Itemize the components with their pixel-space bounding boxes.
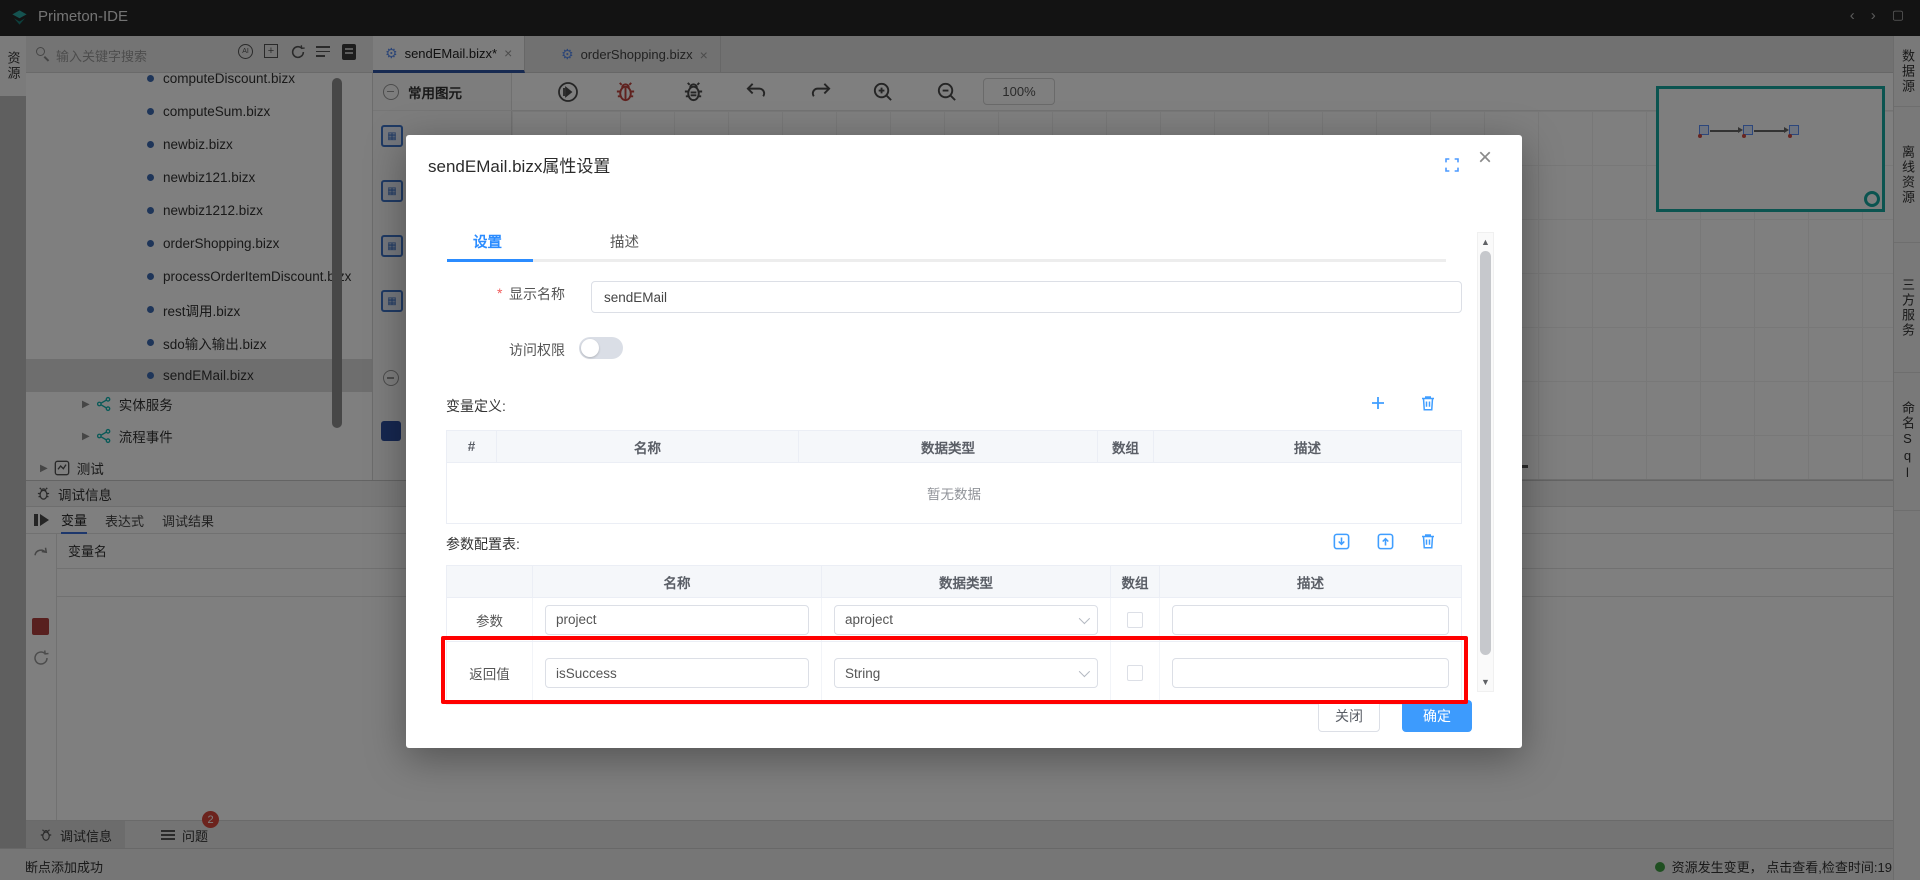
import-params-icon[interactable] [1332,532,1350,550]
dialog-scrollbar[interactable]: ▲ ▼ [1477,232,1494,692]
return-row: 返回值 isSuccess String [447,642,1461,704]
variables-table: # 名称 数据类型 数组 描述 暂无数据 [446,430,1462,524]
export-params-icon[interactable] [1376,532,1394,550]
delete-variable-icon[interactable] [1419,394,1437,412]
delete-params-icon[interactable] [1419,532,1437,550]
close-button[interactable]: 关闭 [1318,700,1380,732]
variables-section-label: 变量定义: [446,396,506,416]
params-table-header: 名称 数据类型 数组 描述 [447,566,1461,598]
params-section-label: 参数配置表: [446,534,520,554]
close-icon[interactable]: × [1478,146,1492,170]
return-datatype-select[interactable]: String [834,658,1098,688]
params-table: 名称 数据类型 数组 描述 参数 project aproject 返回值 is… [446,565,1462,705]
return-kind-label: 返回值 [469,663,510,683]
param-kind-label: 参数 [476,610,503,630]
display-name-label: 显示名称 [509,284,565,304]
properties-dialog: sendEMail.bizx属性设置 × 设置 描述 * 显示名称 sendEM… [406,135,1522,748]
chevron-down-icon [1079,612,1090,623]
variables-table-header: # 名称 数据类型 数组 描述 [447,431,1461,463]
scroll-up-icon[interactable]: ▲ [1478,237,1493,247]
param-array-checkbox[interactable] [1127,612,1143,628]
empty-state-text: 暂无数据 [447,463,1461,523]
scroll-down-icon[interactable]: ▼ [1478,677,1493,687]
scrollbar-thumb[interactable] [1480,251,1491,655]
active-tab-underline [447,259,533,262]
return-name-input[interactable]: isSuccess [545,658,809,688]
return-description-input[interactable] [1172,658,1449,688]
param-row: 参数 project aproject [447,598,1461,642]
param-datatype-select[interactable]: aproject [834,605,1098,635]
dialog-tab-description[interactable]: 描述 [610,231,639,252]
add-variable-icon[interactable] [1369,394,1387,412]
return-array-checkbox[interactable] [1127,665,1143,681]
display-name-input[interactable]: sendEMail [591,281,1462,313]
dialog-tab-settings[interactable]: 设置 [473,231,502,252]
param-description-input[interactable] [1172,605,1449,635]
required-asterisk: * [497,285,502,301]
confirm-button[interactable]: 确定 [1402,700,1472,732]
dialog-title: sendEMail.bizx属性设置 [428,152,610,177]
primeton-ide-window: Primeton-IDE ‹ › ▢ 资源 输入关键字搜索 AI + [0,0,1920,880]
access-toggle[interactable] [579,337,623,359]
fullscreen-icon[interactable] [1444,157,1460,173]
param-name-input[interactable]: project [545,605,809,635]
chevron-down-icon [1079,666,1090,677]
access-label: 访问权限 [509,340,565,360]
